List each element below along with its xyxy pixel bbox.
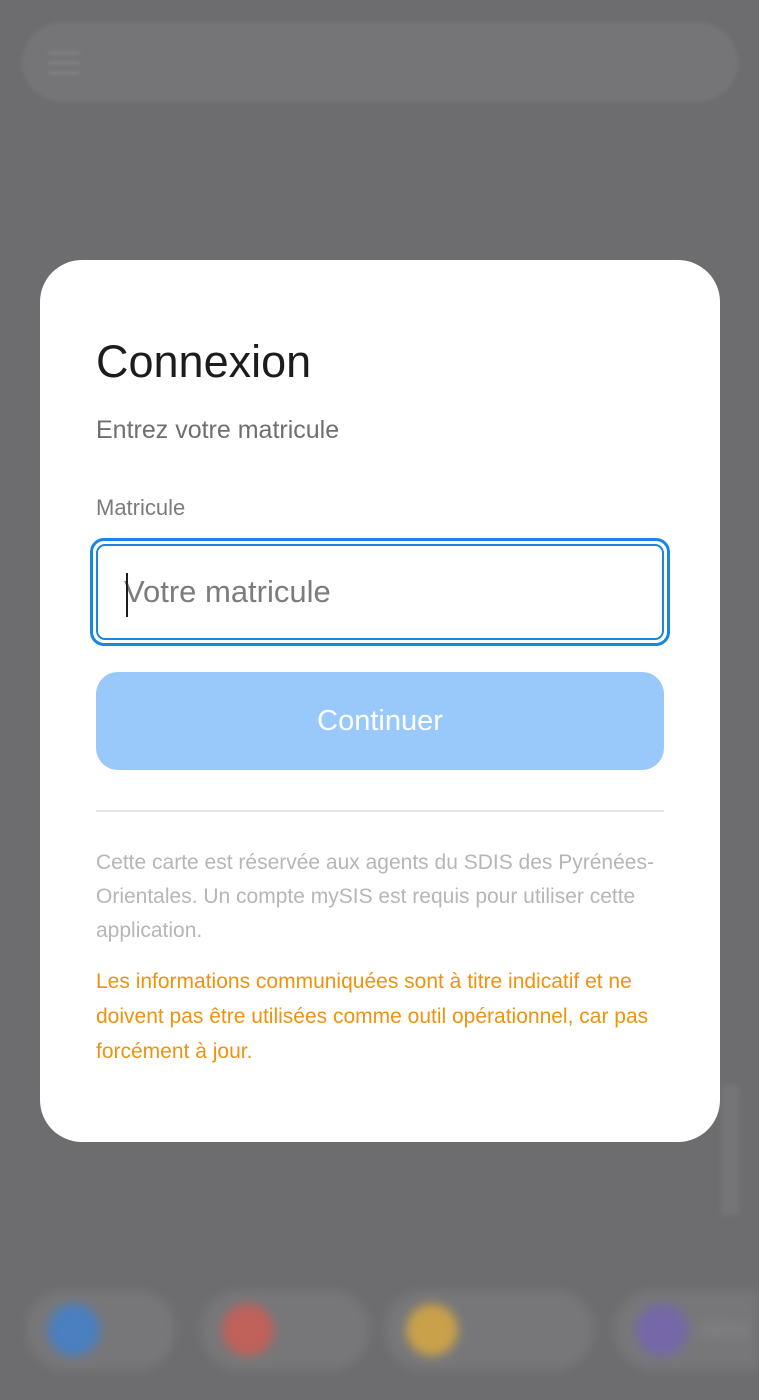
background-chip-1 (26, 1290, 176, 1370)
menu-icon (48, 52, 80, 74)
category-dot-icon (48, 1304, 100, 1356)
category-dot-icon (636, 1304, 688, 1356)
background-category-chips: Aéro (0, 1280, 759, 1380)
text-caret (126, 573, 128, 617)
background-side-panel (721, 1085, 739, 1215)
background-search-bar (22, 22, 738, 102)
continue-button[interactable]: Continuer (96, 672, 664, 770)
divider (96, 810, 664, 812)
category-dot-icon (406, 1304, 458, 1356)
modal-subtitle: Entrez votre matricule (96, 416, 340, 444)
matricule-input[interactable] (98, 546, 662, 638)
matricule-label: Matricule (96, 495, 186, 520)
warning-notice: Les informations communiquées sont à tit… (96, 970, 649, 1063)
background-chip-2 (200, 1290, 370, 1370)
login-modal: Connexion Entrez votre matricule Matricu… (40, 260, 720, 1142)
modal-title: Connexion (96, 336, 312, 387)
background-chip-3 (384, 1290, 594, 1370)
category-dot-icon (222, 1304, 274, 1356)
info-notice: Cette carte est réservée aux agents du S… (96, 851, 654, 942)
matricule-input-box (96, 544, 664, 640)
matricule-input-focus-ring (90, 538, 670, 646)
background-chip-label: Aéro (698, 1316, 749, 1343)
background-chip-4: Aéro (614, 1290, 759, 1370)
